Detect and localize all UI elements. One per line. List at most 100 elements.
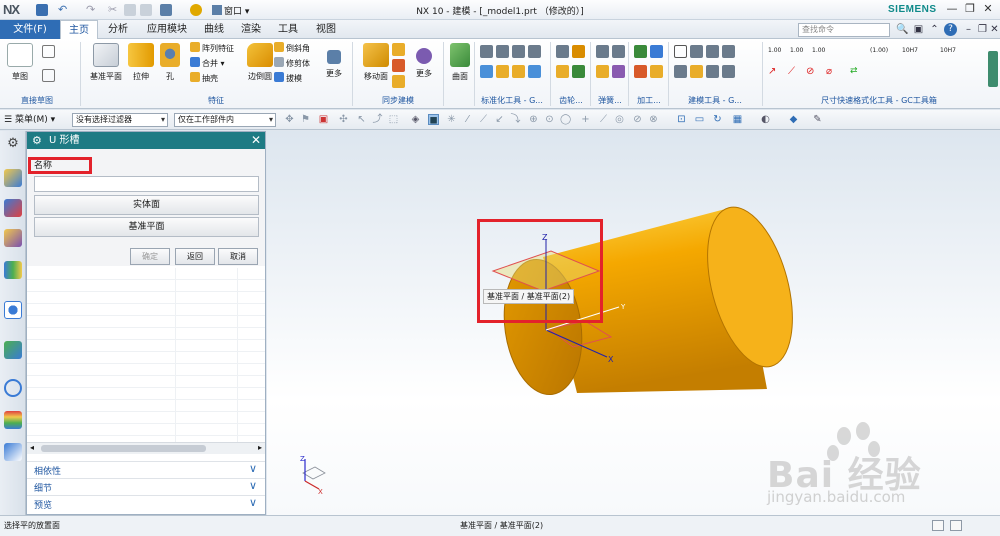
dialog-gear-icon[interactable]: ⚙ bbox=[32, 134, 42, 147]
hole-button[interactable]: 孔 bbox=[158, 42, 182, 92]
spring-tool-icon[interactable] bbox=[612, 65, 625, 78]
gc-tool-icon[interactable] bbox=[528, 65, 541, 78]
part-navigator-icon[interactable] bbox=[4, 229, 22, 247]
dim-format-button[interactable]: (1.00) bbox=[870, 47, 888, 54]
sketch-button[interactable]: 草图 bbox=[4, 42, 36, 92]
select-feature-icon[interactable]: ⚑ bbox=[300, 114, 311, 125]
modeling-tool-icon[interactable] bbox=[722, 65, 735, 78]
highlight-icon[interactable]: ◼ bbox=[428, 114, 439, 126]
status-icon-b[interactable] bbox=[950, 520, 962, 531]
surface-button[interactable]: 曲面 bbox=[446, 42, 474, 92]
select-edge-icon[interactable]: ↖ bbox=[356, 114, 367, 125]
snap-arc-center-icon[interactable]: ⊕ bbox=[528, 114, 539, 125]
work-layer-icon[interactable]: ◆ bbox=[788, 114, 799, 125]
cancel-button[interactable]: 取消 bbox=[218, 248, 258, 265]
name-field[interactable] bbox=[34, 176, 259, 192]
gc-tool-icon[interactable] bbox=[512, 45, 525, 58]
machining-tool-icon[interactable] bbox=[634, 65, 647, 78]
graphics-viewport[interactable]: Z X Y Z X Bai 经验 jingyan.baidu.com 基准平面 … bbox=[267, 131, 1000, 515]
dim-tool-icon[interactable]: ⊘ bbox=[806, 65, 819, 78]
modeling-tool-icon[interactable] bbox=[706, 65, 719, 78]
modeling-tool-icon[interactable] bbox=[674, 45, 687, 58]
tab-application[interactable]: 应用模块 bbox=[140, 20, 194, 39]
tab-analysis[interactable]: 分析 bbox=[100, 20, 136, 39]
gear-tool-icon[interactable] bbox=[572, 65, 585, 78]
search-icon[interactable]: 🔍 bbox=[896, 23, 909, 36]
chamfer-button[interactable]: 倒斜角 bbox=[274, 42, 310, 56]
dim-tool-icon[interactable]: ⟋ bbox=[788, 65, 801, 78]
modeling-tool-icon[interactable] bbox=[690, 65, 703, 78]
gc-tool-icon[interactable] bbox=[480, 65, 493, 78]
view-options-icon[interactable]: ✎ bbox=[812, 114, 823, 125]
gear-tool-icon[interactable] bbox=[556, 65, 569, 78]
dim-format-button[interactable]: 10H7 bbox=[940, 47, 956, 54]
system-materials-icon[interactable] bbox=[4, 411, 22, 429]
history-icon[interactable] bbox=[4, 341, 22, 359]
spring-tool-icon[interactable] bbox=[596, 45, 609, 58]
menu-button[interactable]: ☰ 菜单(M) ▾ bbox=[4, 113, 55, 127]
profile-icon[interactable] bbox=[42, 45, 55, 58]
zoom-icon[interactable]: ▭ bbox=[694, 114, 705, 125]
constraint-navigator-icon[interactable] bbox=[4, 199, 22, 217]
shell-button[interactable]: 抽壳 bbox=[190, 72, 218, 86]
scroll-left-icon[interactable]: ◂ bbox=[30, 443, 34, 452]
web-browser-icon[interactable] bbox=[4, 301, 22, 319]
snap-existing-icon[interactable]: ◯ bbox=[560, 114, 571, 125]
tab-home[interactable]: 主页 bbox=[60, 20, 98, 39]
gc-tool-icon[interactable] bbox=[528, 45, 541, 58]
dim-tool-icon[interactable]: ⌀ bbox=[826, 65, 839, 78]
selection-filter-dropdown[interactable]: 没有选择过滤器 bbox=[72, 113, 168, 127]
gc-tool-icon[interactable] bbox=[480, 45, 493, 58]
roles-icon[interactable] bbox=[4, 443, 22, 461]
back-button[interactable]: 返回 bbox=[175, 248, 215, 265]
gc-tool-icon[interactable] bbox=[496, 65, 509, 78]
sync-icon-a[interactable] bbox=[392, 43, 405, 56]
side-scroll-handle[interactable] bbox=[988, 51, 998, 87]
move-face-button[interactable]: 移动面 bbox=[356, 42, 396, 92]
selection-scope-dropdown[interactable]: 仅在工作部件内 bbox=[174, 113, 276, 127]
machining-tool-icon[interactable] bbox=[650, 45, 663, 58]
modeling-tool-icon[interactable] bbox=[722, 45, 735, 58]
snap-point-on-curve-icon[interactable]: + bbox=[580, 114, 591, 125]
modeling-tool-icon[interactable] bbox=[674, 65, 687, 78]
select-curve-icon[interactable]: ⤴ bbox=[372, 114, 383, 125]
extrude-button[interactable]: 拉伸 bbox=[126, 42, 156, 92]
snap-quadrant-icon[interactable]: ⊙ bbox=[544, 114, 555, 125]
clock-icon[interactable] bbox=[4, 379, 22, 397]
tab-tools[interactable]: 工具 bbox=[272, 20, 304, 39]
trim-body-button[interactable]: 修剪体 bbox=[274, 57, 310, 71]
status-icon-a[interactable] bbox=[932, 520, 944, 531]
modeling-tool-icon[interactable] bbox=[706, 45, 719, 58]
scroll-thumb[interactable] bbox=[41, 445, 206, 452]
sync-more-button[interactable]: 更多 bbox=[408, 42, 440, 92]
dim-tool-icon[interactable]: ⇄ bbox=[850, 65, 863, 78]
minimize-button[interactable]: — bbox=[944, 2, 960, 16]
sync-icon-b[interactable] bbox=[392, 59, 405, 72]
snap-intersection-icon[interactable]: ⊗ bbox=[648, 114, 659, 125]
datum-plane-option-button[interactable]: 基准平面 bbox=[34, 217, 259, 237]
feature-more-button[interactable]: 更多 bbox=[318, 42, 350, 92]
rectangle-icon[interactable] bbox=[42, 69, 55, 82]
collapse-ribbon-icon[interactable]: ⌃ bbox=[928, 23, 941, 36]
sync-icon-c[interactable] bbox=[392, 75, 405, 88]
dim-tool-icon[interactable]: ↗ bbox=[768, 65, 781, 78]
dialog-title-bar[interactable]: ⚙ U 形槽 ✕ bbox=[27, 132, 265, 149]
show-hide-icon[interactable]: ◈ bbox=[410, 114, 421, 125]
tab-view[interactable]: 视图 bbox=[308, 20, 344, 39]
section-preview[interactable]: 预览 ∨ bbox=[27, 495, 265, 511]
ok-button[interactable]: 确定 bbox=[130, 248, 170, 265]
snap-point-icon[interactable]: ✳ bbox=[446, 114, 457, 125]
help-icon[interactable]: ? bbox=[944, 23, 957, 36]
snap-face-icon[interactable]: ⟋ bbox=[598, 114, 609, 125]
gc-tool-icon[interactable] bbox=[496, 45, 509, 58]
select-general-icon[interactable]: ✥ bbox=[284, 114, 295, 125]
tab-file[interactable]: 文件(F) bbox=[0, 20, 60, 39]
spring-tool-icon[interactable] bbox=[612, 45, 625, 58]
orient-view-icon[interactable]: ▦ bbox=[732, 114, 743, 125]
doc-minimize-button[interactable]: – bbox=[962, 23, 975, 36]
select-face-icon[interactable]: ✣ bbox=[338, 114, 349, 125]
modeling-tool-icon[interactable] bbox=[690, 45, 703, 58]
snap-end-icon[interactable]: ⁄ bbox=[462, 114, 473, 125]
settings-gear-icon[interactable]: ⚙ bbox=[4, 135, 22, 153]
draft-button[interactable]: 拔模 bbox=[274, 72, 302, 86]
